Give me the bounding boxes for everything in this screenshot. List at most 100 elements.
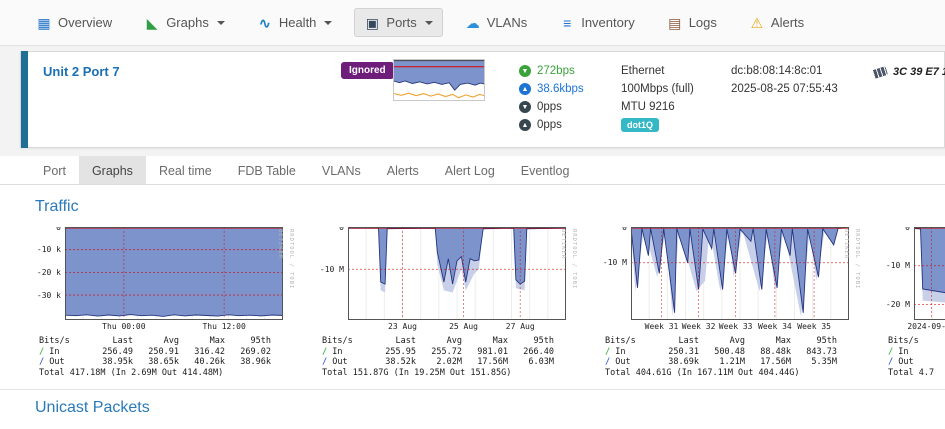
- y-tick-label: -30 k: [37, 291, 61, 300]
- series-marker: /: [322, 357, 327, 367]
- tab-graphs[interactable]: Graphs: [79, 156, 146, 184]
- graph-x-axis: 2024-09-01: [884, 321, 945, 333]
- nav-item-inventory[interactable]: Inventory: [549, 8, 644, 37]
- x-tick-label: Thu 00:00: [102, 322, 145, 331]
- tab-alert-log[interactable]: Alert Log: [432, 156, 508, 184]
- traffic-section: Traffic 0-10 k-20 k-30 kRRDTOOL / TOBI O…: [0, 185, 945, 378]
- unicast-section-title: Unicast Packets: [35, 399, 945, 417]
- port-speed: 100Mbps (full): [621, 80, 694, 98]
- nav-item-graphs[interactable]: Graphs: [134, 8, 235, 37]
- x-tick-label: Thu 12:00: [202, 322, 245, 331]
- nav-item-label: Logs: [689, 15, 717, 30]
- tab-port[interactable]: Port: [30, 156, 79, 184]
- port-status-stripe: [21, 51, 28, 148]
- chevron-down-icon: [217, 21, 225, 25]
- graphs-icon: [144, 16, 160, 30]
- graph-canvas[interactable]: [914, 227, 945, 320]
- nav-item-logs[interactable]: Logs: [657, 8, 727, 37]
- graph-y-axis: 0-10 k-20 k-30 k: [35, 227, 65, 320]
- nav-item-label: Inventory: [581, 15, 634, 30]
- overview-icon: [36, 16, 52, 30]
- vlans-icon: [465, 16, 481, 30]
- tab-eventlog[interactable]: Eventlog: [508, 156, 583, 184]
- port-summary-band: Unit 2 Port 7 Ignored ▼ 272bps ▲ 38.6kbp…: [0, 46, 945, 156]
- y-tick-label: 0: [56, 227, 61, 232]
- arrow-circle-in-icon: ▼: [519, 65, 531, 77]
- port-last-polled: 2025-08-25 07:55:43: [731, 80, 838, 98]
- traffic-graphs-row: 0-10 k-20 k-30 kRRDTOOL / TOBI OETIKERTh…: [35, 227, 945, 378]
- unicast-section: Unicast Packets: [0, 390, 945, 417]
- y-tick-label: -20 M: [886, 300, 910, 309]
- traffic-section-title: Traffic: [35, 198, 945, 216]
- traffic-graph-week: 0-10 MRRDTOOL / TOBI OETIKER 23 Aug 25 Aug…: [318, 227, 579, 378]
- arrow-circle-pps-in-icon: ▼: [519, 101, 531, 113]
- x-tick-label: 25 Aug: [449, 322, 478, 331]
- series-marker: /: [888, 357, 893, 367]
- arrow-circle-out-icon: ▲: [519, 83, 531, 95]
- y-tick-label: 0: [622, 227, 627, 232]
- graph-plot-row: 0-10 k-20 k-30 kRRDTOOL / TOBI OETIKER: [35, 227, 296, 320]
- in-rate-row: ▼ 272bps: [519, 62, 584, 80]
- tab-vlans[interactable]: VLANs: [309, 156, 374, 184]
- nav-item-overview[interactable]: Overview: [26, 8, 122, 37]
- ports-icon: [364, 16, 380, 30]
- device-navbar: Overview Graphs Health Ports VLANs Inventory L…: [0, 0, 945, 46]
- graph-canvas-wrap: [631, 227, 849, 320]
- out-rate-value: 38.6kbps: [537, 83, 584, 95]
- port-traffic-thumbnail[interactable]: [393, 59, 485, 101]
- port-mtu: MTU 9216: [621, 98, 694, 116]
- traffic-graph-year: 0-10 M-20 MRRDTOOL / TOBI OETIKER2024-09…: [884, 227, 945, 378]
- port-summary-panel: Unit 2 Port 7 Ignored ▼ 272bps ▲ 38.6kbp…: [20, 51, 945, 148]
- x-tick-label: 23 Aug: [388, 322, 417, 331]
- out-pps-value: 0pps: [537, 119, 562, 131]
- x-tick-label: 27 Aug: [506, 322, 535, 331]
- nav-item-health[interactable]: Health: [247, 8, 343, 37]
- graph-y-axis: 0-10 M-20 M: [884, 227, 914, 320]
- x-tick-label: 2024-09-01: [907, 322, 945, 331]
- y-tick-label: -10 M: [603, 258, 627, 267]
- chevron-down-icon: [324, 21, 332, 25]
- series-marker: /: [605, 347, 610, 357]
- nav-item-ports[interactable]: Ports: [354, 8, 442, 37]
- port-mac-address: dc:b8:08:14:8c:01: [731, 62, 838, 80]
- port-address-column: dc:b8:08:14:8c:01 2025-08-25 07:55:43: [731, 62, 838, 98]
- arrow-circle-pps-out-icon: ▲: [519, 119, 531, 131]
- graph-plot-row: 0-10 MRRDTOOL / TOBI OETIKER: [318, 227, 579, 320]
- graph-y-axis: 0-10 M: [318, 227, 348, 320]
- tab-alerts[interactable]: Alerts: [374, 156, 432, 184]
- thumbnail-canvas[interactable]: [393, 59, 485, 101]
- graph-canvas[interactable]: [65, 227, 283, 320]
- nav-item-label: Overview: [58, 15, 112, 30]
- graph-plot-row: 0-10 MRRDTOOL / TOBI OETIKER: [601, 227, 862, 320]
- ignored-badge: Ignored: [341, 62, 394, 79]
- rrdtool-watermark: RRDTOOL / TOBI OETIKER: [283, 227, 296, 320]
- y-tick-label: -20 k: [37, 268, 61, 277]
- nav-item-label: Graphs: [166, 15, 209, 30]
- dot1q-badge: dot1Q: [621, 118, 659, 132]
- nav-item-label: Alerts: [771, 15, 804, 30]
- tab-real-time[interactable]: Real time: [146, 156, 225, 184]
- tab-fdb-table[interactable]: FDB Table: [225, 156, 309, 184]
- series-marker: /: [39, 347, 44, 357]
- port-rate-stats: ▼ 272bps ▲ 38.6kbps ▼ 0pps ▲ 0pps: [519, 62, 584, 134]
- x-tick-label: Week 32: [682, 322, 716, 331]
- transceiver-info: 3C 39 E7 14 6: [873, 66, 945, 78]
- series-marker: /: [888, 347, 893, 357]
- graph-x-axis: Thu 00:00 Thu 12:00: [35, 321, 296, 333]
- y-tick-label: 0: [339, 227, 344, 232]
- x-tick-label: Week 33: [719, 322, 753, 331]
- graph-y-axis: 0 -10 M: [601, 227, 631, 320]
- graph-canvas-wrap: [914, 227, 945, 320]
- x-tick-label: Week 31: [645, 322, 679, 331]
- graph-legend: Bits/sLastAvgMax95th/ In255.95255.72981.…: [322, 336, 554, 378]
- x-tick-label: Week 35: [797, 322, 831, 331]
- graph-canvas[interactable]: [631, 227, 849, 320]
- graph-canvas-wrap: [65, 227, 283, 320]
- graph-canvas-wrap: [348, 227, 566, 320]
- graph-canvas[interactable]: [348, 227, 566, 320]
- series-marker: /: [322, 347, 327, 357]
- nav-item-vlans[interactable]: VLANs: [455, 8, 537, 37]
- port-title-link[interactable]: Unit 2 Port 7: [43, 64, 120, 79]
- logs-icon: [667, 16, 683, 30]
- nav-item-alerts[interactable]: Alerts: [739, 8, 814, 37]
